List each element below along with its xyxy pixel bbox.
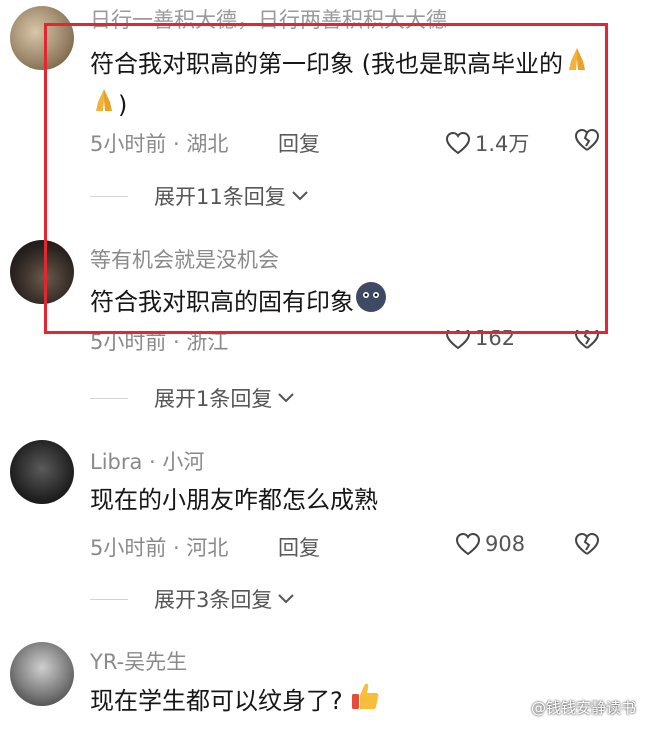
heart-icon — [455, 532, 481, 556]
comment-username[interactable]: 日行一善积大德，日行两善积积大大德 — [90, 4, 447, 34]
folded-hands-icon — [563, 45, 591, 85]
comment-username[interactable]: YR-吴先生 — [90, 646, 187, 676]
reply-button[interactable]: 回复 — [278, 532, 320, 562]
chevron-down-icon — [292, 191, 308, 201]
expand-replies[interactable]: 展开1条回复 — [90, 383, 296, 413]
avatar[interactable] — [10, 240, 74, 304]
time-location: 5小时前 · 湖北 — [90, 132, 229, 156]
comment-text-tail: ) — [118, 91, 128, 119]
dislike-button[interactable] — [574, 330, 600, 352]
broken-heart-icon — [574, 532, 600, 555]
comment-username[interactable]: 等有机会就是没机会 — [90, 244, 279, 274]
divider — [90, 598, 128, 600]
broken-heart-icon — [574, 128, 600, 151]
avatar[interactable] — [10, 440, 74, 504]
time-location: 5小时前 · 河北 — [90, 536, 229, 560]
comment-meta: 5小时前 · 湖北 回复 — [90, 128, 320, 158]
comment-meta: 5小时前 · 浙江 回复 — [90, 330, 228, 352]
like-count: 1.4万 — [475, 132, 530, 156]
like-button[interactable]: 1.4万 — [445, 128, 529, 158]
folded-hands-icon — [90, 86, 118, 126]
watermark: @钱钱安静读书 — [530, 699, 636, 717]
comment-meta: 5小时前 · 河北 回复 — [90, 532, 320, 562]
like-button[interactable]: 908 — [455, 532, 525, 556]
round-face-icon — [354, 280, 388, 326]
time-location: 5小时前 · 浙江 — [90, 330, 229, 352]
comment-content: 符合我对职高的第一印象 (我也是职高毕业的 ) — [90, 44, 610, 126]
expand-replies[interactable]: 展开11条回复 — [90, 181, 310, 211]
heart-icon — [445, 330, 471, 350]
expand-label: 展开11条回复 — [154, 185, 286, 209]
expand-label: 展开1条回复 — [154, 387, 273, 411]
comment-username[interactable]: Libra · 小河 — [90, 446, 204, 476]
comment-text: 符合我对职高的第一印象 (我也是职高毕业的 — [90, 50, 563, 78]
dislike-button[interactable] — [574, 532, 600, 560]
like-count: 908 — [485, 532, 526, 556]
divider — [90, 195, 128, 197]
thumbs-up-icon — [349, 680, 381, 724]
divider — [90, 397, 128, 399]
avatar[interactable] — [10, 6, 74, 70]
reply-button[interactable]: 回复 — [278, 128, 320, 158]
comment-content: 符合我对职高的固有印象 — [90, 280, 610, 326]
like-count: 162 — [475, 330, 516, 350]
expand-label: 展开3条回复 — [154, 588, 273, 612]
broken-heart-icon — [574, 330, 600, 349]
chevron-down-icon — [278, 393, 295, 403]
heart-icon — [445, 131, 471, 155]
chevron-down-icon — [278, 594, 295, 604]
dislike-button[interactable] — [574, 128, 600, 156]
expand-replies[interactable]: 展开3条回复 — [90, 584, 296, 614]
like-button[interactable]: 162 — [445, 330, 515, 352]
comment-content: 现在的小朋友咋都怎么成熟 — [90, 480, 610, 520]
comment-text: 现在的小朋友咋都怎么成熟 — [90, 486, 378, 514]
avatar[interactable] — [10, 642, 74, 706]
comment-text: 符合我对职高的固有印象 — [90, 288, 354, 316]
comment-text: 现在学生都可以纹身了? — [90, 687, 343, 715]
